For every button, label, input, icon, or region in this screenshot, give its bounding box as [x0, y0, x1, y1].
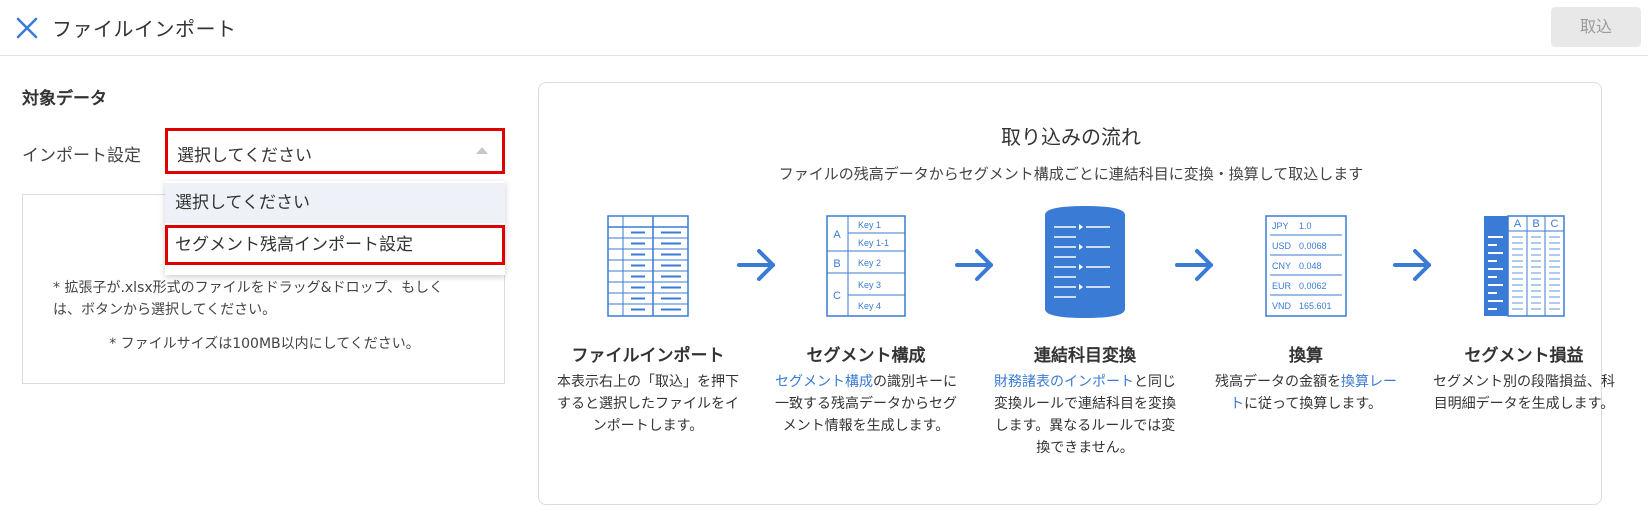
- arrow-right-icon: [1175, 249, 1213, 281]
- arrow-right-icon: [1393, 249, 1431, 281]
- step-desc-segment-pl: セグメント別の段階損益、科目明細データを生成します。: [1433, 374, 1615, 412]
- close-icon[interactable]: [14, 15, 40, 41]
- spreadsheet-file-icon: [607, 215, 689, 317]
- dropzone-instruction: * 拡張子が.xlsx形式のファイルをドラッグ&ドロップ、もしくは、ボタンから選…: [53, 280, 444, 318]
- key-label: Key 3: [858, 280, 881, 290]
- group-c-label: C: [833, 290, 841, 302]
- currency-rate: 1.0: [1299, 221, 1312, 231]
- segment-config-link[interactable]: セグメント構成: [775, 374, 873, 390]
- column-c-label: C: [1551, 218, 1559, 230]
- dropdown-option-placeholder[interactable]: 選択してください: [165, 183, 505, 223]
- import-flow-panel: 取り込みの流れ ファイルの残高データからセグメント構成ごとに連結科目に変換・換算…: [538, 82, 1615, 505]
- exchange-rate-table-icon: JPY 1.0 USD 0.0068 CNY 0.048 EUR 0.0062 …: [1265, 215, 1347, 317]
- dropzone-size-note: * ファイルサイズは100MB以内にしてください。: [109, 336, 420, 352]
- segment-pl-sheet-icon: A B C: [1484, 215, 1565, 317]
- step-heading-segment-config: セグメント構成: [806, 346, 926, 366]
- currency-rate: 0.0068: [1299, 241, 1327, 251]
- currency-code: CNY: [1272, 261, 1291, 271]
- key-label: Key 2: [858, 258, 881, 268]
- currency-rate: 165.601: [1299, 301, 1332, 311]
- section-title: 対象データ: [22, 89, 107, 109]
- group-b-label: B: [833, 258, 840, 270]
- group-a-label: A: [833, 229, 841, 241]
- step-desc-text: に従って換算します。: [1244, 396, 1382, 412]
- import-setting-label: インポート設定: [22, 146, 141, 166]
- page-title: ファイルインポート: [52, 17, 237, 41]
- currency-code: JPY: [1272, 221, 1289, 231]
- import-setting-select[interactable]: 選択してください: [165, 128, 505, 174]
- step-heading-account-conversion: 連結科目変換: [1034, 346, 1136, 366]
- flow-title: 取り込みの流れ: [1001, 125, 1141, 149]
- step-heading-file-import: ファイルインポート: [571, 346, 725, 366]
- select-dropdown-menu: 選択してください セグメント残高インポート設定: [165, 181, 505, 275]
- step-heading-segment-pl: セグメント損益: [1464, 346, 1584, 366]
- currency-rate: 0.0062: [1299, 281, 1327, 291]
- dropdown-option-segment-balance[interactable]: セグメント残高インポート設定: [165, 225, 505, 265]
- step-desc-translation: 残高データの金額を換算レートに従って換算します。: [1210, 371, 1402, 415]
- currency-code: USD: [1272, 241, 1292, 251]
- step-desc-segment-config: セグメント構成の識別キーに一致する残高データからセグメント情報を生成します。: [770, 371, 962, 437]
- arrow-right-icon: [737, 249, 775, 281]
- arrow-right-icon: [955, 249, 993, 281]
- step-desc-text: 残高データの金額を: [1215, 374, 1341, 390]
- select-value: 選択してください: [177, 146, 312, 166]
- currency-rate: 0.048: [1299, 261, 1322, 271]
- import-button[interactable]: 取込: [1551, 7, 1641, 47]
- column-a-label: A: [1514, 218, 1522, 230]
- step-desc-file-import: 本表示右上の「取込」を押下すると選択したファイルをインポートします。: [557, 374, 739, 434]
- key-label: Key 1: [858, 220, 881, 230]
- header-bar: ファイルインポート 取込: [0, 0, 1648, 56]
- database-convert-icon: [1045, 206, 1125, 318]
- key-label: Key 1-1: [858, 238, 889, 248]
- segment-keys-icon: A B C Key 1 Key 1-1 Key 2 Key 3 Key 4: [826, 215, 906, 317]
- step-desc-account-conversion: 財務諸表のインポートと同じ変換ルールで連結科目を変換します。異なるルールでは変換…: [989, 371, 1181, 459]
- key-label: Key 4: [858, 301, 881, 311]
- flow-subtitle: ファイルの残高データからセグメント構成ごとに連結科目に変換・換算して取込します: [778, 165, 1364, 183]
- currency-code: EUR: [1272, 281, 1292, 291]
- column-b-label: B: [1532, 218, 1539, 230]
- caret-up-icon: [476, 147, 488, 154]
- currency-code: VND: [1272, 301, 1292, 311]
- step-heading-translation: 換算: [1289, 346, 1323, 366]
- financial-statement-import-link[interactable]: 財務諸表のインポート: [994, 374, 1134, 390]
